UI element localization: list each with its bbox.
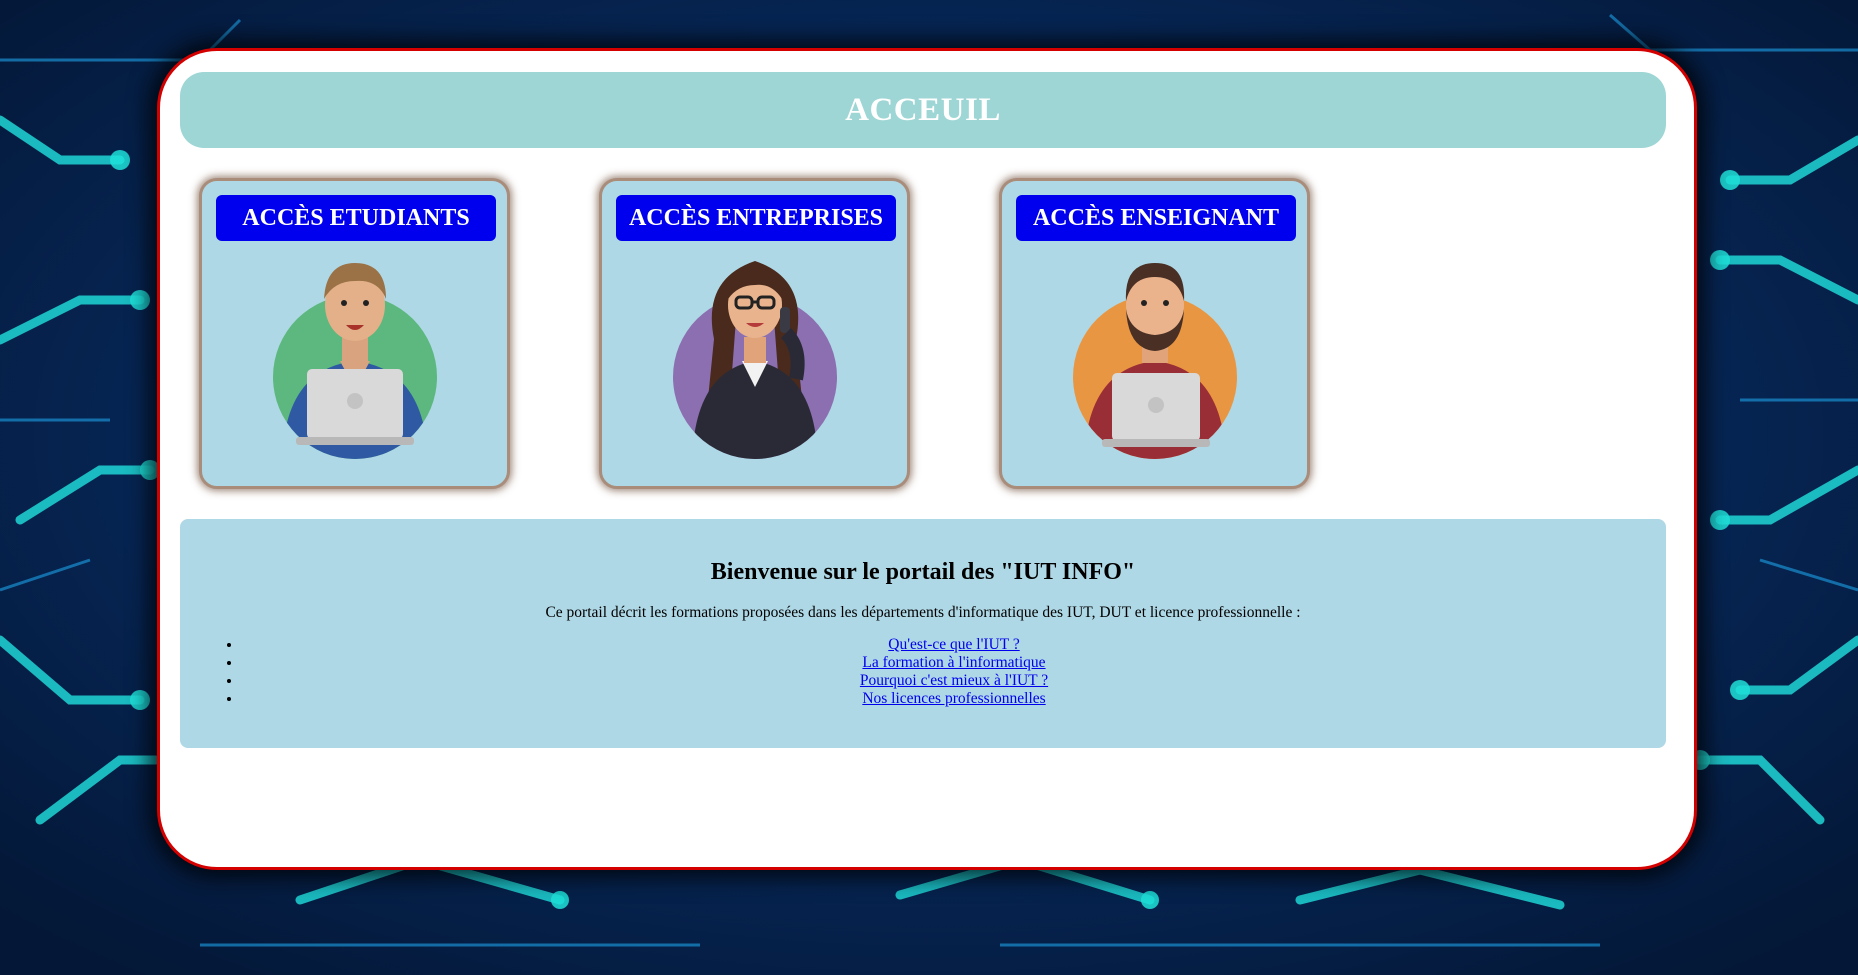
link-formation-informatique[interactable]: La formation à l'informatique	[862, 654, 1045, 671]
students-access-button[interactable]: ACCÈS ETUDIANTS	[216, 195, 496, 241]
list-item: Qu'est-ce que l'IUT ?	[242, 636, 1666, 654]
businesswoman-avatar-icon	[673, 261, 837, 459]
companies-access-button[interactable]: ACCÈS ENTREPRISES	[616, 195, 896, 241]
list-item: Nos licences professionnelles	[242, 690, 1666, 708]
teachers-access-button[interactable]: ACCÈS ENSEIGNANT	[1016, 195, 1296, 241]
tile-companies[interactable]: ACCÈS ENTREPRISES	[599, 178, 910, 489]
tile-teachers[interactable]: ACCÈS ENSEIGNANT	[999, 178, 1310, 489]
list-item: La formation à l'informatique	[242, 654, 1666, 672]
link-what-is-iut[interactable]: Qu'est-ce que l'IUT ?	[888, 636, 1019, 653]
tile-students[interactable]: ACCÈS ETUDIANTS	[199, 178, 510, 489]
page-header: ACCEUIL	[180, 72, 1666, 148]
link-licences-pro[interactable]: Nos licences professionnelles	[862, 690, 1045, 707]
welcome-title: Bienvenue sur le portail des "IUT INFO"	[710, 559, 1136, 585]
list-item: Pourquoi c'est mieux à l'IUT ?	[242, 672, 1666, 690]
teacher-avatar-icon	[1073, 263, 1237, 459]
links-list: Qu'est-ce que l'IUT ? La formation à l'i…	[180, 636, 1666, 708]
link-why-iut[interactable]: Pourquoi c'est mieux à l'IUT ?	[860, 672, 1048, 689]
page-title: ACCEUIL	[845, 91, 1001, 128]
student-avatar-icon	[273, 263, 437, 459]
welcome-panel: Bienvenue sur le portail des "IUT INFO" …	[180, 519, 1666, 748]
welcome-intro: Ce portail décrit les formations proposé…	[545, 604, 1301, 621]
